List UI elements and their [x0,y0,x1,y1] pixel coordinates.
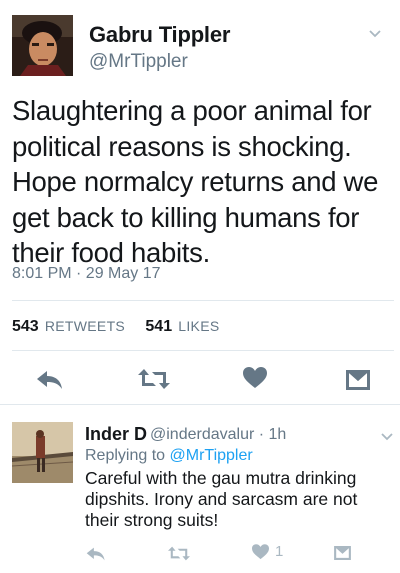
avatar[interactable] [12,15,73,76]
retweets-label[interactable]: RETWEETS [45,318,125,334]
divider [12,300,394,301]
retweet-button[interactable] [168,545,190,562]
divider [12,350,394,351]
tweet-timestamp[interactable]: 8:01 PM · 29 May 17 [12,265,161,283]
avatar[interactable] [12,422,73,483]
like-button[interactable] [243,367,267,389]
reply-button[interactable] [86,546,106,562]
reply-text: Careful with the gau mutra drinking dips… [85,468,358,530]
user-handle[interactable]: @MrTippler [89,51,188,73]
retweet-icon [138,369,170,389]
engagement-stats: 543 RETWEETS 541 LIKES [12,318,219,336]
display-name[interactable]: Gabru Tippler [89,22,230,48]
reply-icon [86,547,105,561]
reply-icon [37,371,62,389]
avatar-image [12,422,73,483]
reply-tweet: Inder D @inderdavalur · 1h Replying to @… [0,402,400,573]
like-count: 1 [275,543,284,560]
retweet-icon [168,546,190,561]
display-name[interactable]: Inder D [85,424,147,445]
direct-message-icon [334,546,351,560]
tweet-text: Slaughtering a poor animal for political… [12,95,379,268]
mention-link[interactable]: @MrTippler [170,447,253,464]
chevron-down-icon[interactable] [368,27,382,41]
avatar-image [12,15,73,76]
main-tweet: Gabru Tippler @MrTippler Slaughtering a … [0,0,400,402]
direct-message-button[interactable] [334,546,351,560]
like-icon [252,543,269,559]
direct-message-button[interactable] [346,370,370,390]
like-button[interactable]: 1 [252,543,283,560]
replying-prefix: Replying to [85,447,166,464]
replying-to: Replying to @MrTippler [85,447,253,465]
retweets-count[interactable]: 543 [12,318,39,335]
user-handle[interactable]: @inderdavalur · 1h [150,426,286,444]
chevron-down-icon[interactable] [380,430,394,444]
likes-count[interactable]: 541 [145,318,172,335]
retweet-button[interactable] [138,367,170,391]
direct-message-icon [346,370,370,390]
likes-label[interactable]: LIKES [178,318,219,334]
like-icon [243,367,267,388]
reply-button[interactable] [36,369,64,391]
